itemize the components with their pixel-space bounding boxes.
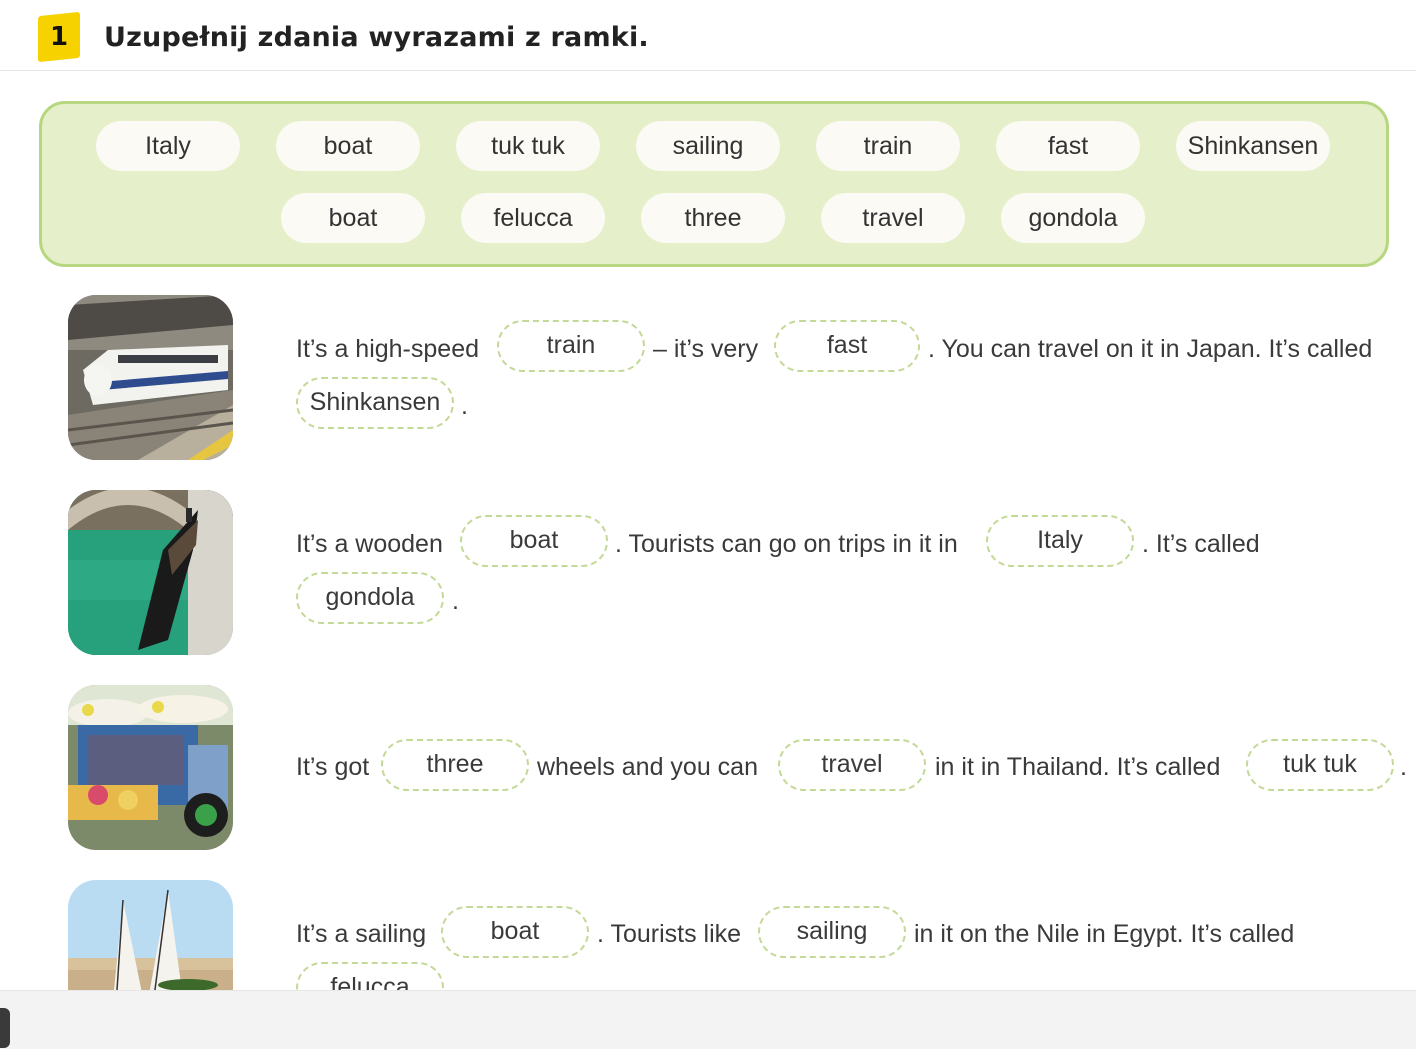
sentence-1-part-4: . <box>461 392 468 420</box>
sentence-1-part-1: It’s a high-speed <box>296 335 479 363</box>
answer-blank[interactable]: tuk tuk <box>1246 739 1394 791</box>
exercise-number: 1 <box>49 22 69 52</box>
answer-blank[interactable]: sailing <box>758 906 906 958</box>
answer-blank[interactable]: travel <box>778 739 926 791</box>
answer-blank[interactable]: boat <box>460 515 608 567</box>
answer-blank[interactable]: felucca <box>296 962 444 990</box>
bottom-toolbar <box>0 990 1416 1049</box>
sentence-2-part-2: . Tourists can go on trips in it in <box>615 530 958 558</box>
answer-blank[interactable]: gondola <box>296 572 444 624</box>
sentence-4-part-1: It’s a sailing <box>296 920 427 948</box>
sentence-3-part-1: It’s got <box>296 753 370 781</box>
answer-blank[interactable]: Italy <box>986 515 1134 567</box>
word-chip[interactable]: fast <box>996 121 1140 171</box>
sentence-1-part-3: . You can travel on it in Japan. It’s ca… <box>928 335 1373 363</box>
word-chip[interactable]: felucca <box>461 193 605 243</box>
word-chip[interactable]: boat <box>281 193 425 243</box>
tuk-tuk-photo <box>68 685 233 850</box>
sentence-3-part-3: in it in Thailand. It’s called <box>935 753 1221 781</box>
word-chip[interactable]: sailing <box>636 121 780 171</box>
word-chip[interactable]: Shinkansen <box>1176 121 1330 171</box>
answer-blank[interactable]: Shinkansen <box>296 377 454 429</box>
word-chip[interactable]: tuk tuk <box>456 121 600 171</box>
answer-blank[interactable]: three <box>381 739 529 791</box>
felucca-photo <box>68 880 233 990</box>
answer-blank[interactable]: fast <box>774 320 920 372</box>
sentence-2-part-1: It’s a wooden <box>296 530 443 558</box>
answer-blank[interactable]: boat <box>441 906 589 958</box>
shinkansen-train-photo <box>68 295 233 460</box>
exercise-header: 1 Uzupełnij zdania wyrazami z ramki. <box>0 0 1416 71</box>
sentence-2-part-4: . <box>452 587 459 615</box>
sentence-4-part-2: . Tourists like <box>597 920 742 948</box>
word-chip[interactable]: three <box>641 193 785 243</box>
word-chip[interactable]: Italy <box>96 121 240 171</box>
sentence-3-part-4: . <box>1400 753 1407 781</box>
side-handle[interactable] <box>0 1008 10 1048</box>
answer-blank[interactable]: train <box>497 320 645 372</box>
exercise-area: 1 Uzupełnij zdania wyrazami z ramki. Ita… <box>0 0 1416 990</box>
sentence-4-part-3: in it on the Nile in Egypt. It’s called <box>914 920 1295 948</box>
exercise-title: Uzupełnij zdania wyrazami z ramki. <box>104 22 649 53</box>
word-chip[interactable]: gondola <box>1001 193 1145 243</box>
sentence-1-part-2: – it’s very <box>653 335 759 363</box>
word-chip[interactable]: boat <box>276 121 420 171</box>
gondola-photo <box>68 490 233 655</box>
sentence-3-part-2: wheels and you can <box>537 753 758 781</box>
word-box: Italy boat tuk tuk sailing train fast Sh… <box>39 101 1389 267</box>
word-chip[interactable]: train <box>816 121 960 171</box>
sentence-2-part-3: . It’s called <box>1142 530 1260 558</box>
word-chip[interactable]: travel <box>821 193 965 243</box>
